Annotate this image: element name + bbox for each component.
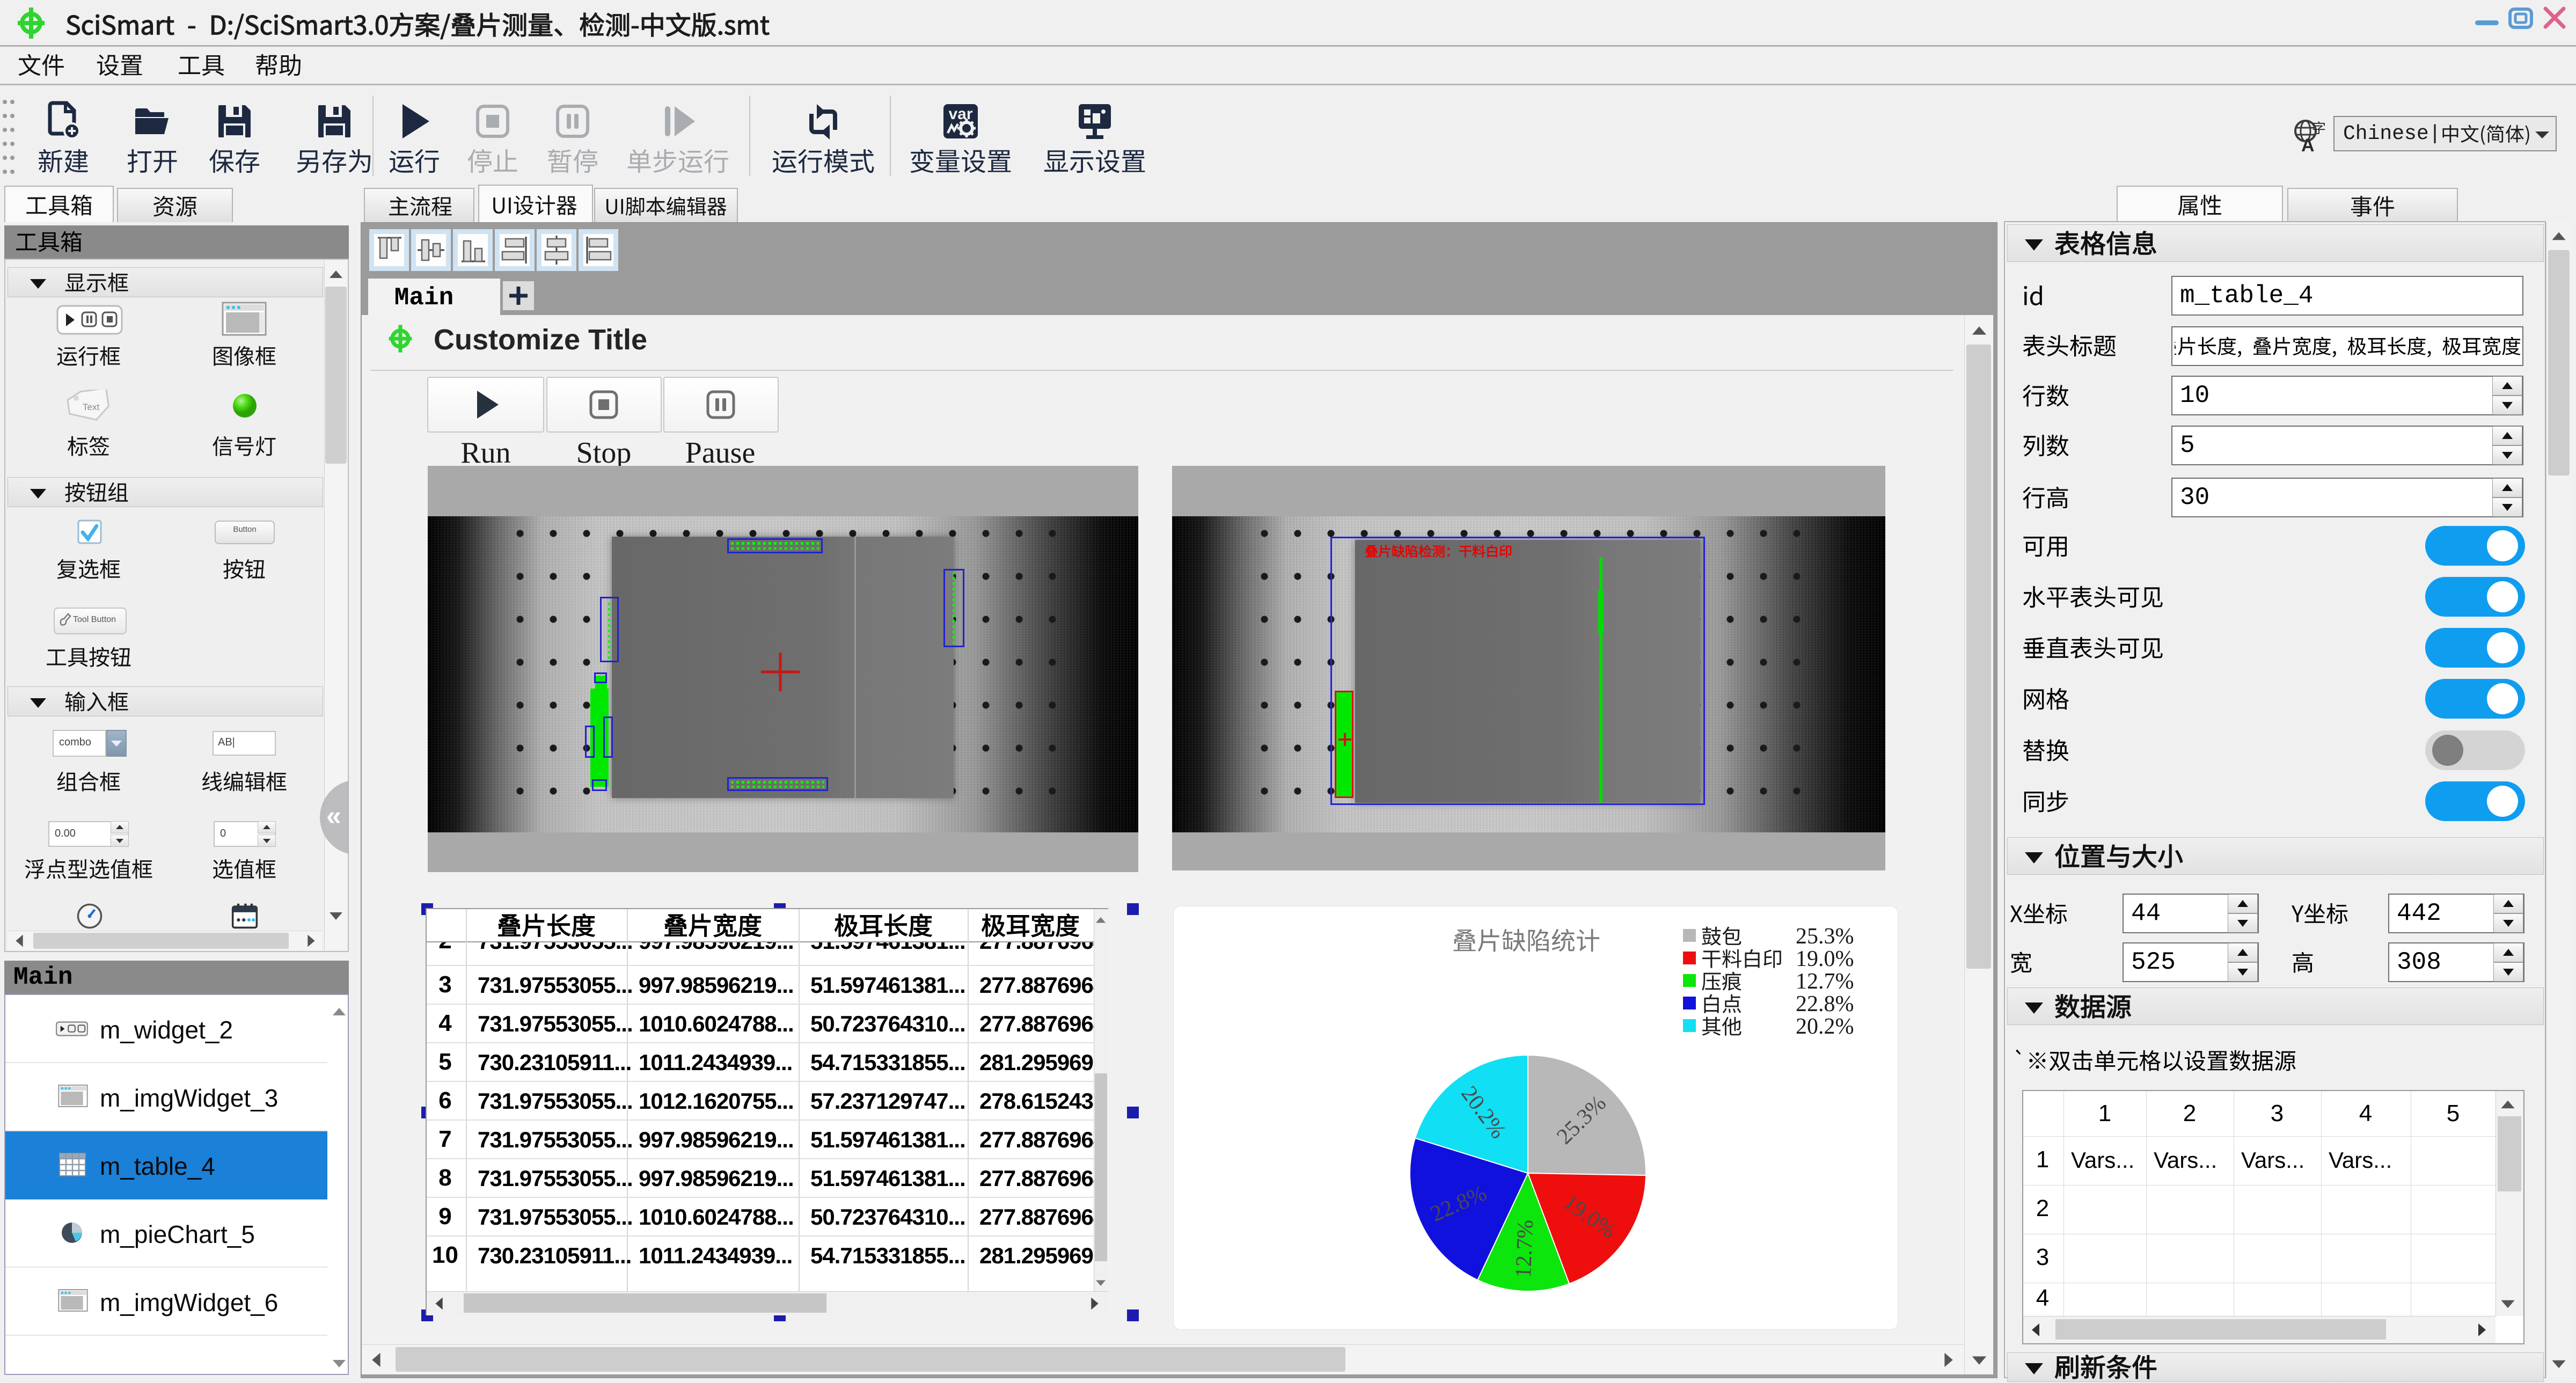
svg-text:var: var	[948, 105, 972, 123]
svg-text:A: A	[2301, 135, 2315, 153]
svg-text:Text: Text	[83, 402, 99, 412]
